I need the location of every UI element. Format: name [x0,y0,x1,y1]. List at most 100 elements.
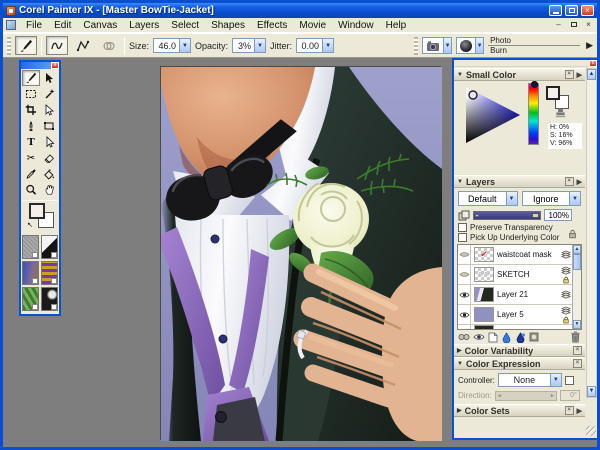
brush-variant-selector[interactable]: ▼ [456,37,484,54]
brush-category-selector[interactable]: ▼ [422,37,452,54]
opacity-combo[interactable]: 3% ▼ [232,38,266,53]
selection-adjuster-tool[interactable] [40,102,58,118]
close-button[interactable]: × [581,5,594,16]
weave-selector[interactable] [41,261,58,285]
jitter-combo[interactable]: 0.00 ▼ [296,38,334,53]
layers-flyout-icon[interactable]: ▶ [577,178,582,186]
category-dropdown-icon[interactable]: ▼ [443,38,451,53]
new-layer-icon[interactable] [488,332,498,343]
menu-canvas[interactable]: Canvas [77,20,123,31]
composite-method-select[interactable]: Default ▼ [458,191,518,206]
main-color-swatch[interactable] [29,203,45,219]
collapse-icon[interactable]: ▼ [457,72,463,78]
size-combo[interactable]: 46.0 ▼ [153,38,191,53]
doc-close-button[interactable]: × [583,20,594,30]
visibility-toggle[interactable] [458,285,471,304]
brush-selector-flyout-icon[interactable]: ▶ [586,40,593,51]
visibility-toggle[interactable] [458,305,471,324]
layers-close-icon[interactable]: × [565,177,574,186]
new-layer-mask-icon[interactable] [529,332,539,342]
doc-minimize-button[interactable]: – [553,20,564,30]
controller-select[interactable]: None ▼ [498,373,562,387]
grabber-tool[interactable] [40,182,58,198]
toolbox-titlebar[interactable]: x [21,62,59,69]
color-swatch-pair[interactable]: ↖ [27,203,53,231]
paint-bucket-tool[interactable] [40,166,58,182]
controller-dropdown-icon[interactable]: ▼ [550,374,561,386]
new-liquid-ink-layer-icon[interactable] [515,332,526,343]
layer-row-waistcoat-mask[interactable]: ✓ waistcoat mask [458,245,581,265]
collapse-icon[interactable]: ▼ [457,179,463,185]
scroll-up-icon[interactable]: ▲ [573,245,581,254]
menu-help[interactable]: Help [380,20,413,31]
layer-list-scrollbar[interactable]: ▲ ▼ [572,245,581,329]
layer-opacity-value[interactable]: 100% [544,209,572,221]
rectangular-shape-tool[interactable] [40,118,58,134]
menu-shapes[interactable]: Shapes [205,20,251,31]
look-selector[interactable] [41,287,58,311]
layer-row-layer-5[interactable]: Layer 5 [458,305,581,325]
eraser-tool[interactable] [40,150,58,166]
menu-edit[interactable]: Edit [48,20,77,31]
size-dropdown-icon[interactable]: ▼ [179,39,190,52]
opacity-dropdown-icon[interactable]: ▼ [254,39,265,52]
canvas-document[interactable] [160,66,441,440]
hue-slider-handle[interactable] [531,81,538,88]
crop-tool[interactable] [22,102,40,118]
delete-layer-icon[interactable] [570,331,581,343]
effects-eye-icon[interactable] [473,332,485,342]
menu-select[interactable]: Select [165,20,205,31]
color-sets-flyout-icon[interactable]: ▶ [577,407,582,415]
visibility-toggle[interactable] [458,245,471,264]
toolbar-drag-handle[interactable] [7,37,11,55]
minimize-button[interactable] [549,5,562,16]
paper-selector[interactable] [22,235,39,259]
scroll-up-icon[interactable]: ▲ [587,69,596,80]
layers-header[interactable]: ▼ Layers × ▶ [454,175,585,188]
layer-row-layer-21[interactable]: Layer 21 [458,285,581,305]
freehand-stroke-button[interactable] [46,36,68,55]
pick-up-underlying-checkbox[interactable] [458,233,467,242]
text-tool[interactable]: T [22,134,40,150]
color-expression-header[interactable]: ▼ Color Expression × [454,357,585,370]
opacity-slider-handle[interactable] [532,213,539,218]
color-sets-header[interactable]: ▶ Color Sets × ▶ [454,404,585,417]
toolbox-close-button[interactable]: x [51,62,59,69]
color-variability-header[interactable]: ▶ Color Variability × [454,344,585,357]
preserve-transparency-checkbox[interactable] [458,223,467,232]
dropper-tool[interactable] [22,166,40,182]
small-color-flyout-icon[interactable]: ▶ [577,71,582,79]
small-color-close-icon[interactable]: × [565,70,574,79]
color-variability-close-icon[interactable]: × [573,346,582,355]
canvas-artwork[interactable] [161,67,442,441]
layer-adjuster-tool[interactable] [40,70,58,86]
layer-row-sketch[interactable]: ∿∿ SKETCH [458,265,581,285]
paper-flyout-button[interactable] [32,252,38,258]
hsv-triangle[interactable] [462,83,524,147]
color-expression-close-icon[interactable]: × [573,359,582,368]
controller-checkbox[interactable] [565,376,574,385]
collapse-icon[interactable]: ▶ [457,407,462,414]
document-icon[interactable] [6,20,16,30]
layer-row-partial[interactable] [458,325,581,330]
magnifier-tool[interactable] [22,182,40,198]
scroll-down-icon[interactable]: ▼ [587,386,596,397]
clone-stroke-button[interactable] [98,36,120,55]
hue-slider[interactable] [528,83,539,145]
titlebar[interactable]: Corel Painter IX - [Master BowTie-Jacket… [3,3,597,18]
new-watercolor-layer-icon[interactable] [501,332,512,343]
scissors-tool[interactable]: ✂ [22,150,40,166]
collapse-icon[interactable]: ▶ [457,347,462,354]
look-flyout-button[interactable] [51,304,57,310]
menu-file[interactable]: File [20,20,48,31]
scroll-down-icon[interactable]: ▼ [573,320,581,329]
dock-scrollbar[interactable]: ▲ ▼ [586,68,597,398]
main-color-swatch[interactable] [546,86,560,100]
gradient-selector[interactable] [22,261,39,285]
composite-depth-dropdown-icon[interactable]: ▼ [569,192,580,205]
gradient-flyout-button[interactable] [32,278,38,284]
straight-stroke-button[interactable] [72,36,94,55]
collapse-icon[interactable]: ▼ [457,361,463,367]
brush-tool[interactable] [22,70,40,86]
nozzle-selector[interactable] [22,287,39,311]
